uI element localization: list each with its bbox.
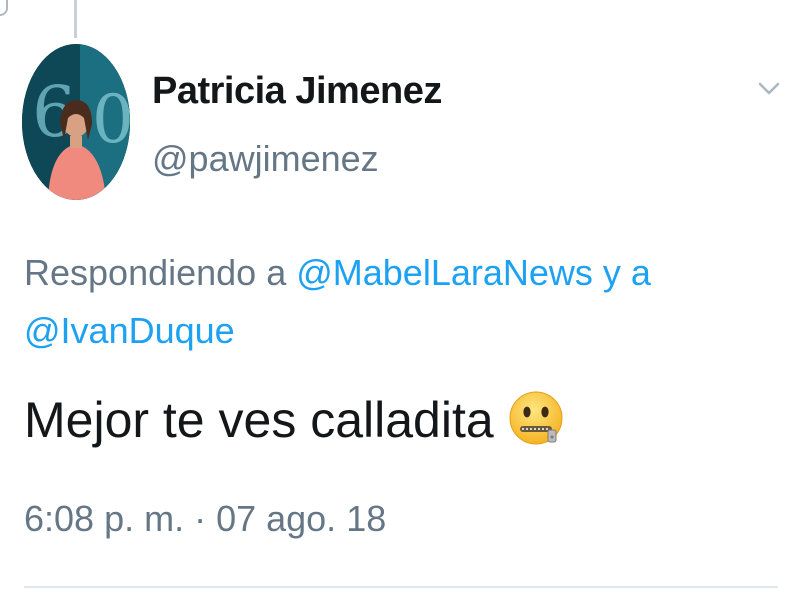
tweet-text: Mejor te ves calladita [24,392,494,448]
author-handle[interactable]: @pawjimenez [152,138,379,180]
thread-line [74,0,77,38]
tweet-page: 6 0 Patricia Jimenez @pawjimenez Respond… [0,0,800,600]
zipper-mouth-face-icon [508,390,568,450]
svg-text:0: 0 [92,81,130,158]
divider [24,586,778,588]
corner-fragment [0,0,8,16]
reply-prefix: Respondiendo a [24,252,287,293]
author-display-name[interactable]: Patricia Jimenez [152,70,442,113]
avatar[interactable]: 6 0 [22,44,130,200]
chevron-down-icon[interactable] [756,78,782,98]
reply-context: Respondiendo a @MabelLaraNews y a @IvanD… [24,244,764,360]
tweet-timestamp[interactable]: 6:08 p. m. · 07 ago. 18 [24,498,386,540]
mention-link-mabellaranews[interactable]: @MabelLaraNews [296,252,593,293]
tweet-body: Mejor te ves calladita [24,390,568,450]
reply-connector: y a [602,252,651,293]
mention-link-ivanduque[interactable]: @IvanDuque [24,310,235,351]
profile-photo-avatar: 6 0 [22,44,130,200]
